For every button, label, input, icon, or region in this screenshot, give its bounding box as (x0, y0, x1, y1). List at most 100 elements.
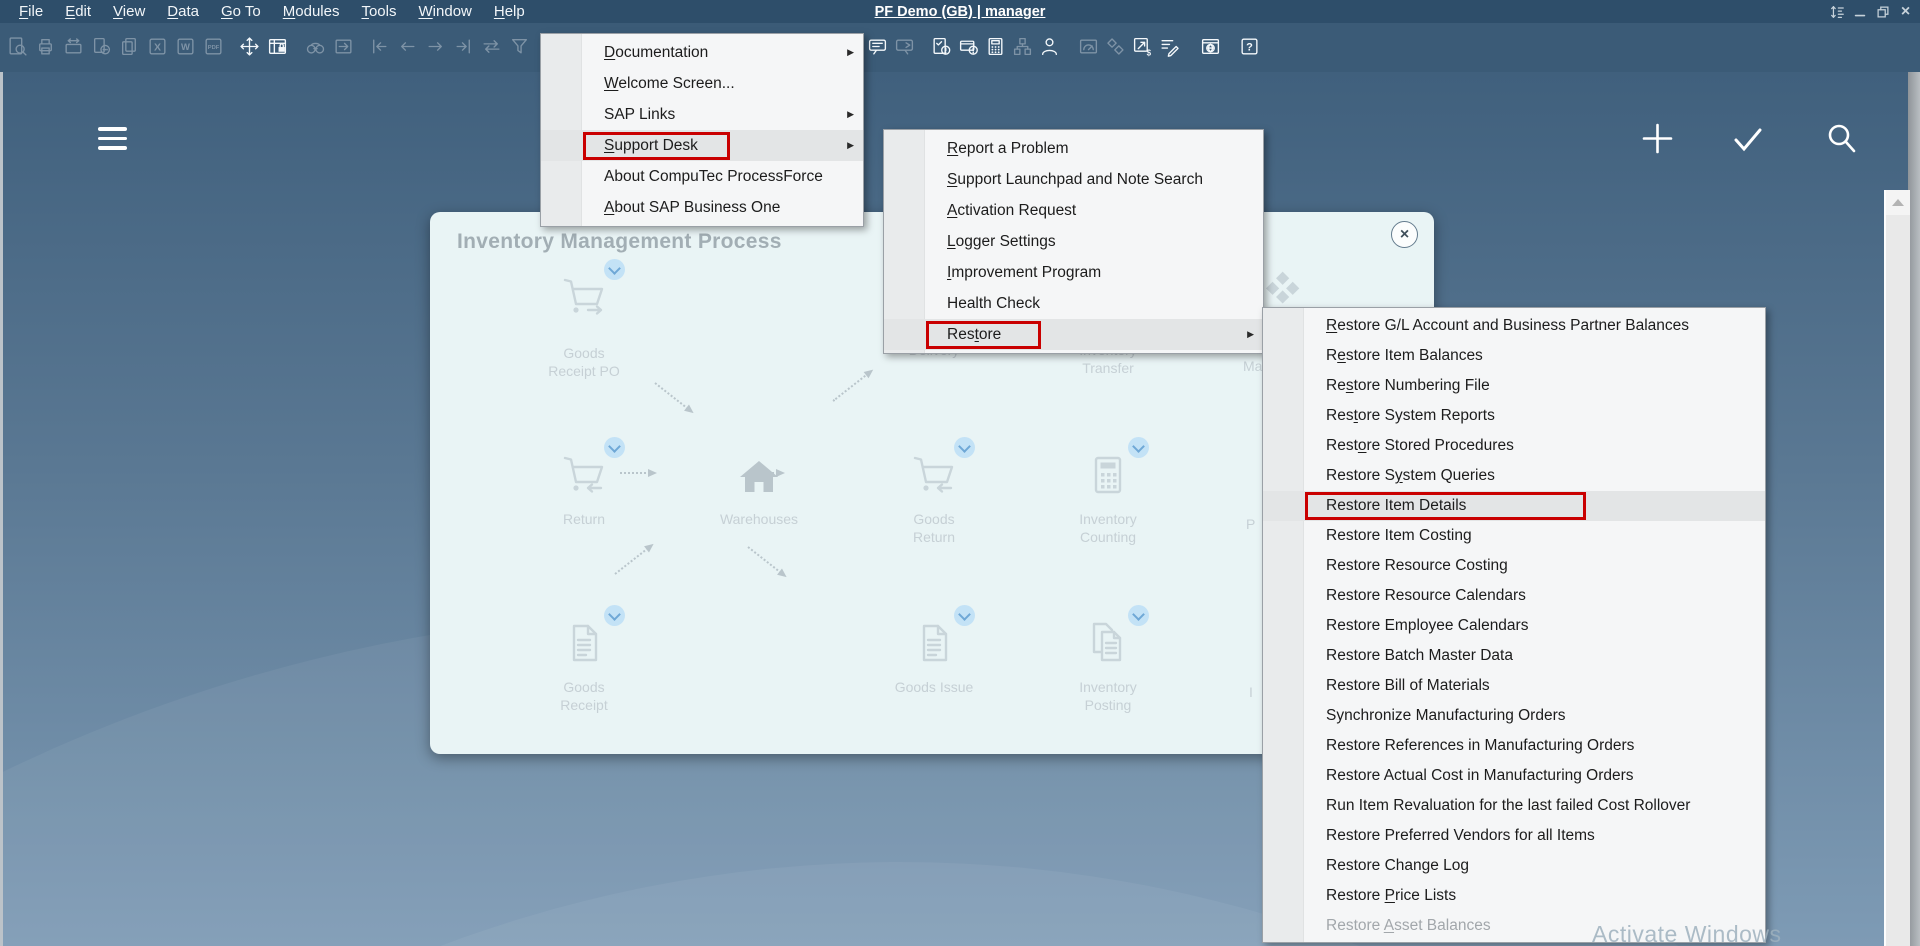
menu-item-restore-actual-cost-in-manufacturing-orders[interactable]: Restore Actual Cost in Manufacturing Ord… (1263, 761, 1765, 791)
go-to-icon[interactable] (332, 35, 354, 57)
export-excel-icon[interactable]: X (146, 35, 168, 57)
previous-record-icon[interactable] (396, 35, 418, 57)
forward-message-icon[interactable] (893, 35, 915, 57)
payment-info-icon[interactable] (957, 35, 979, 57)
menu-item-documentation[interactable]: Documentation▶ (541, 37, 863, 68)
freeze-table-icon[interactable] (266, 35, 288, 57)
menu-item-restore[interactable]: Restore▶ (884, 319, 1263, 350)
search-icon[interactable] (1825, 122, 1859, 161)
menu-item-restore-item-details[interactable]: Restore Item Details (1263, 491, 1765, 521)
export-pdf-icon[interactable]: PDF (202, 35, 224, 57)
chevron-down-icon (608, 262, 621, 275)
menu-item-restore-employee-calendars[interactable]: Restore Employee Calendars (1263, 611, 1765, 641)
menu-item-support-launchpad-and-note-search[interactable]: Support Launchpad and Note Search (884, 164, 1263, 195)
menu-item-synchronize-manufacturing-orders[interactable]: Synchronize Manufacturing Orders (1263, 701, 1765, 731)
menu-item-activation-request[interactable]: Activation Request (884, 195, 1263, 226)
node-dropdown-badge[interactable] (604, 605, 625, 626)
menu-item-restore-stored-procedures[interactable]: Restore Stored Procedures (1263, 431, 1765, 461)
menu-item-restore-resource-calendars[interactable]: Restore Resource Calendars (1263, 581, 1765, 611)
vertical-scrollbar[interactable] (1884, 190, 1910, 946)
process-node-goods-receipt-po[interactable]: GoodsReceipt PO (509, 266, 659, 335)
node-dropdown-badge[interactable] (1128, 605, 1149, 626)
exchange-rate-icon[interactable]: $ (1131, 35, 1153, 57)
process-node-goods-receipt[interactable]: GoodsReceipt (509, 612, 659, 681)
node-dropdown-badge[interactable] (1128, 437, 1149, 458)
print-icon[interactable] (34, 35, 56, 57)
menu-item-restore-bill-of-materials[interactable]: Restore Bill of Materials (1263, 671, 1765, 701)
inventory-counting-icon (1076, 444, 1140, 508)
row-height-icon[interactable] (1828, 3, 1845, 20)
document-remarks-icon[interactable] (90, 35, 112, 57)
process-node-goods-issue[interactable]: Goods Issue (859, 612, 1009, 681)
last-record-icon[interactable] (452, 35, 474, 57)
menu-item-restore-g-l-account-and-business-partner-balances[interactable]: Restore G/L Account and Business Partner… (1263, 311, 1765, 341)
menu-item-restore-item-costing[interactable]: Restore Item Costing (1263, 521, 1765, 551)
menu-item-sap-links[interactable]: SAP Links▶ (541, 99, 863, 130)
org-structure-icon[interactable] (1011, 35, 1033, 57)
next-record-icon[interactable] (424, 35, 446, 57)
node-dropdown-badge[interactable] (604, 259, 625, 280)
first-record-icon[interactable] (368, 35, 390, 57)
node-dropdown-badge[interactable] (604, 437, 625, 458)
web-browser-icon[interactable] (1199, 35, 1221, 57)
approval-status-icon[interactable] (930, 35, 952, 57)
menu-item-support-desk[interactable]: Support Desk▶ (541, 130, 863, 161)
goods-receipt-icon (552, 612, 616, 676)
menu-item-restore-change-log[interactable]: Restore Change Log (1263, 851, 1765, 881)
scroll-up-button[interactable] (1886, 190, 1910, 215)
menu-item-restore-system-reports[interactable]: Restore System Reports (1263, 401, 1765, 431)
svg-text:W: W (181, 42, 190, 53)
add-icon[interactable] (1639, 120, 1676, 162)
print-layout-icon[interactable] (62, 35, 84, 57)
refresh-record-icon[interactable] (480, 35, 502, 57)
minimize-icon[interactable] (1851, 3, 1868, 20)
menu-item-restore-price-lists[interactable]: Restore Price Lists (1263, 881, 1765, 911)
menu-item-restore-numbering-file[interactable]: Restore Numbering File (1263, 371, 1765, 401)
edit-form-icon[interactable] (1158, 35, 1180, 57)
flow-arrow (748, 472, 782, 474)
employee-icon[interactable] (1038, 35, 1060, 57)
confirm-icon[interactable] (1731, 125, 1765, 160)
menu-item-run-item-revaluation-for-the-last-failed-cost-rollover[interactable]: Run Item Revaluation for the last failed… (1263, 791, 1765, 821)
menu-item-restore-batch-master-data[interactable]: Restore Batch Master Data (1263, 641, 1765, 671)
menu-item-label: Restore Batch Master Data (1326, 647, 1513, 665)
close-window-icon[interactable]: × (1897, 3, 1914, 20)
node-label: GoodsReceipt (509, 678, 659, 714)
move-window-icon[interactable] (238, 35, 260, 57)
menu-item-welcome-screen[interactable]: Welcome Screen... (541, 68, 863, 99)
process-node-inventory-posting[interactable]: InventoryPosting (1033, 612, 1183, 681)
restore-window-icon[interactable] (1874, 3, 1891, 20)
menu-item-restore-item-balances[interactable]: Restore Item Balances (1263, 341, 1765, 371)
node-dropdown-badge[interactable] (954, 605, 975, 626)
menu-item-label: Restore Change Log (1326, 857, 1469, 875)
widgets-icon[interactable] (1104, 35, 1126, 57)
hamburger-menu-icon[interactable] (98, 127, 127, 150)
process-node-return[interactable]: Return (509, 444, 659, 513)
help-icon[interactable]: ? (1238, 35, 1260, 57)
menu-item-improvement-program[interactable]: Improvement Program (884, 257, 1263, 288)
find-icon[interactable] (304, 35, 326, 57)
menu-item-restore-preferred-vendors-for-all-items[interactable]: Restore Preferred Vendors for all Items (1263, 821, 1765, 851)
preview-document-icon[interactable] (6, 35, 28, 57)
process-node-goods-return[interactable]: GoodsReturn (859, 444, 1009, 513)
filter-table-icon[interactable] (508, 35, 530, 57)
dashboard-icon[interactable] (1077, 35, 1099, 57)
menu-item-label: Restore Resource Calendars (1326, 587, 1526, 605)
payment-calculator-icon[interactable] (984, 35, 1006, 57)
menu-item-report-a-problem[interactable]: Report a Problem (884, 133, 1263, 164)
export-word-icon[interactable]: W (174, 35, 196, 57)
menu-item-about-sap-business-one[interactable]: About SAP Business One (541, 192, 863, 223)
menu-item-restore-references-in-manufacturing-orders[interactable]: Restore References in Manufacturing Orde… (1263, 731, 1765, 761)
messages-icon[interactable] (866, 35, 888, 57)
restore-submenu: Restore G/L Account and Business Partner… (1262, 307, 1766, 943)
process-node-warehouses[interactable]: Warehouses (684, 444, 834, 513)
menu-item-about-computec-processforce[interactable]: About CompuTec ProcessForce (541, 161, 863, 192)
menu-item-logger-settings[interactable]: Logger Settings (884, 226, 1263, 257)
menu-item-restore-system-queries[interactable]: Restore System Queries (1263, 461, 1765, 491)
window-close-button[interactable]: × (1391, 221, 1418, 248)
copy-icon[interactable] (118, 35, 140, 57)
process-node-inventory-counting[interactable]: InventoryCounting (1033, 444, 1183, 513)
menu-item-health-check[interactable]: Health Check (884, 288, 1263, 319)
node-dropdown-badge[interactable] (954, 437, 975, 458)
menu-item-restore-resource-costing[interactable]: Restore Resource Costing (1263, 551, 1765, 581)
